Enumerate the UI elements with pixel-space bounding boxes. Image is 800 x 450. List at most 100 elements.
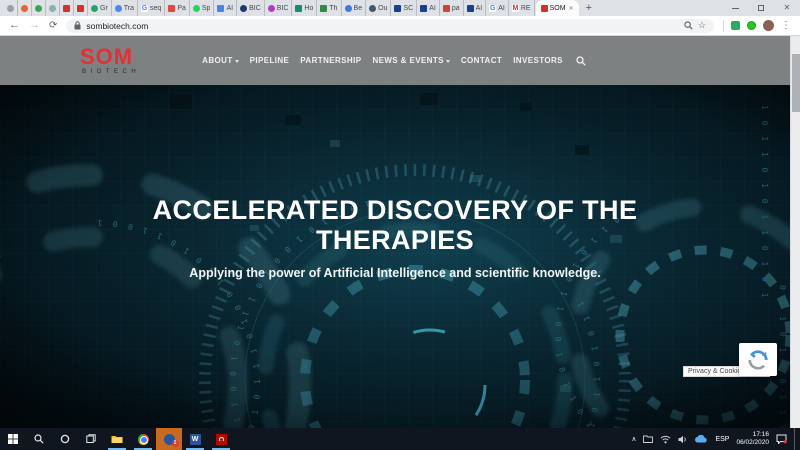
tray-folder-icon[interactable] bbox=[643, 435, 653, 443]
browser-tab[interactable]: SC bbox=[391, 0, 417, 16]
browser-tab[interactable] bbox=[32, 0, 46, 16]
nav-item-pipeline[interactable]: PIPELINE bbox=[250, 56, 290, 65]
browser-tab[interactable]: Sp bbox=[190, 0, 215, 16]
taskbar-search-button[interactable] bbox=[26, 428, 52, 450]
browser-tab[interactable]: Pa bbox=[165, 0, 190, 16]
profile-avatar[interactable] bbox=[763, 20, 774, 31]
chrome-taskbar-button[interactable] bbox=[130, 428, 156, 450]
browser-tab[interactable]: BIC bbox=[237, 0, 265, 16]
tab-close-icon[interactable]: ✕ bbox=[569, 5, 574, 12]
start-button[interactable] bbox=[0, 428, 26, 450]
browser-tab[interactable]: MRE bbox=[509, 0, 535, 16]
browser-tab[interactable]: Th bbox=[317, 0, 341, 16]
browser-tab[interactable]: Gseq bbox=[138, 0, 165, 16]
system-tray: ∧ ESP 17:16 06/02/2020 bbox=[631, 428, 800, 450]
zoom-page-icon[interactable] bbox=[684, 21, 693, 30]
browser-tab[interactable] bbox=[46, 0, 60, 16]
tab-title: AI bbox=[476, 5, 483, 12]
action-center-icon[interactable] bbox=[776, 434, 787, 444]
tray-expand-chevron[interactable]: ∧ bbox=[631, 435, 636, 443]
site-header: SOM BIOTECH ABOUT PIPELINE PARTNERSHIP N… bbox=[0, 36, 790, 85]
tab-favicon bbox=[268, 5, 275, 12]
browser-tab[interactable]: Ou bbox=[366, 0, 391, 16]
browser-tab[interactable] bbox=[18, 0, 32, 16]
browser-menu-icon[interactable]: ⋮ bbox=[781, 20, 791, 31]
word-icon: W bbox=[190, 434, 201, 445]
network-icon[interactable] bbox=[660, 435, 671, 444]
tab-favicon bbox=[168, 5, 175, 12]
show-desktop-button[interactable] bbox=[794, 428, 797, 450]
browser-tab[interactable] bbox=[60, 0, 74, 16]
hero-title: ACCELERATED DISCOVERY OF THE THERAPIES bbox=[0, 195, 790, 255]
maximize-button[interactable] bbox=[748, 0, 774, 16]
acrobat-taskbar-button[interactable] bbox=[208, 428, 234, 450]
nav-item-about[interactable]: ABOUT bbox=[202, 56, 238, 65]
nav-label: INVESTORS bbox=[513, 56, 563, 65]
browser-tab[interactable]: AI bbox=[417, 0, 440, 16]
task-view-button[interactable] bbox=[78, 428, 104, 450]
tab-favicon bbox=[35, 5, 42, 12]
notification-badge: 1 bbox=[172, 440, 179, 447]
bookmark-star-icon[interactable]: ☆ bbox=[698, 21, 706, 30]
onedrive-cloud-icon[interactable] bbox=[695, 435, 708, 443]
taskbar-clock[interactable]: 17:16 06/02/2020 bbox=[736, 431, 769, 447]
nav-item-investors[interactable]: INVESTORS bbox=[513, 56, 563, 65]
address-bar[interactable]: sombiotech.com ☆ bbox=[66, 19, 714, 33]
tab-favicon bbox=[369, 5, 376, 12]
recaptcha-badge[interactable] bbox=[739, 343, 777, 376]
browser-tab[interactable]: Gr bbox=[88, 0, 112, 16]
nav-item-contact[interactable]: CONTACT bbox=[461, 56, 502, 65]
chrome-icon bbox=[138, 434, 149, 445]
nav-label: PIPELINE bbox=[250, 56, 290, 65]
hero-section: 1 0 1 1 0 1 0 0 1 0 1 1 1 0 1 0 0 1 1 0 … bbox=[0, 85, 790, 428]
browser-tab[interactable]: Be bbox=[342, 0, 367, 16]
extension-icon-1[interactable] bbox=[731, 21, 740, 30]
tab-favicon: M bbox=[512, 5, 519, 12]
cortana-button[interactable] bbox=[52, 428, 78, 450]
tab-favicon bbox=[394, 5, 401, 12]
notification-app-button[interactable]: 1 bbox=[156, 428, 182, 450]
page-scrollbar[interactable] bbox=[790, 36, 800, 428]
site-search-icon[interactable] bbox=[576, 56, 586, 66]
reload-button[interactable]: ⟳ bbox=[49, 20, 57, 31]
browser-tab-active[interactable]: SOM✕ bbox=[536, 0, 579, 16]
volume-icon[interactable] bbox=[678, 435, 688, 444]
window-close-button[interactable]: ✕ bbox=[774, 0, 800, 16]
tab-title: BIC bbox=[277, 5, 289, 12]
browser-tab[interactable]: AI bbox=[464, 0, 487, 16]
page-content: SOM BIOTECH ABOUT PIPELINE PARTNERSHIP N… bbox=[0, 36, 790, 428]
nav-item-news-events[interactable]: NEWS & EVENTS bbox=[372, 56, 449, 65]
file-explorer-button[interactable] bbox=[104, 428, 130, 450]
tab-title: SOM bbox=[550, 5, 566, 12]
browser-tab[interactable]: Tra bbox=[112, 0, 138, 16]
browser-tab[interactable]: AI bbox=[214, 0, 237, 16]
chevron-down-icon bbox=[235, 60, 239, 63]
scrollbar-thumb[interactable] bbox=[792, 54, 800, 112]
browser-tab[interactable]: GAI bbox=[486, 0, 509, 16]
tab-title: SC bbox=[403, 5, 413, 12]
browser-tab[interactable]: Ho bbox=[292, 0, 317, 16]
language-indicator[interactable]: ESP bbox=[715, 436, 729, 443]
browser-tab[interactable] bbox=[74, 0, 88, 16]
tab-favicon bbox=[541, 5, 548, 12]
extension-icon-2[interactable] bbox=[747, 21, 756, 30]
nav-label: CONTACT bbox=[461, 56, 502, 65]
tab-favicon: G bbox=[489, 5, 496, 12]
minimize-button[interactable] bbox=[722, 0, 748, 16]
tab-favicon bbox=[91, 5, 98, 12]
nav-item-partnership[interactable]: PARTNERSHIP bbox=[300, 56, 361, 65]
word-taskbar-button[interactable]: W bbox=[182, 428, 208, 450]
tab-title: Ou bbox=[378, 5, 387, 12]
back-button[interactable]: ← bbox=[9, 20, 20, 31]
tab-title: pa bbox=[452, 5, 460, 12]
cortana-icon bbox=[60, 434, 70, 444]
browser-tab[interactable]: pa bbox=[440, 0, 464, 16]
tab-favicon bbox=[63, 5, 70, 12]
forward-button[interactable]: → bbox=[29, 20, 40, 31]
browser-tab[interactable] bbox=[4, 0, 18, 16]
tab-title: Gr bbox=[100, 5, 108, 12]
browser-tab[interactable]: BIC bbox=[265, 0, 293, 16]
tab-title: Tra bbox=[124, 5, 134, 12]
som-biotech-logo[interactable]: SOM BIOTECH bbox=[80, 46, 140, 75]
new-tab-button[interactable]: + bbox=[579, 0, 599, 16]
